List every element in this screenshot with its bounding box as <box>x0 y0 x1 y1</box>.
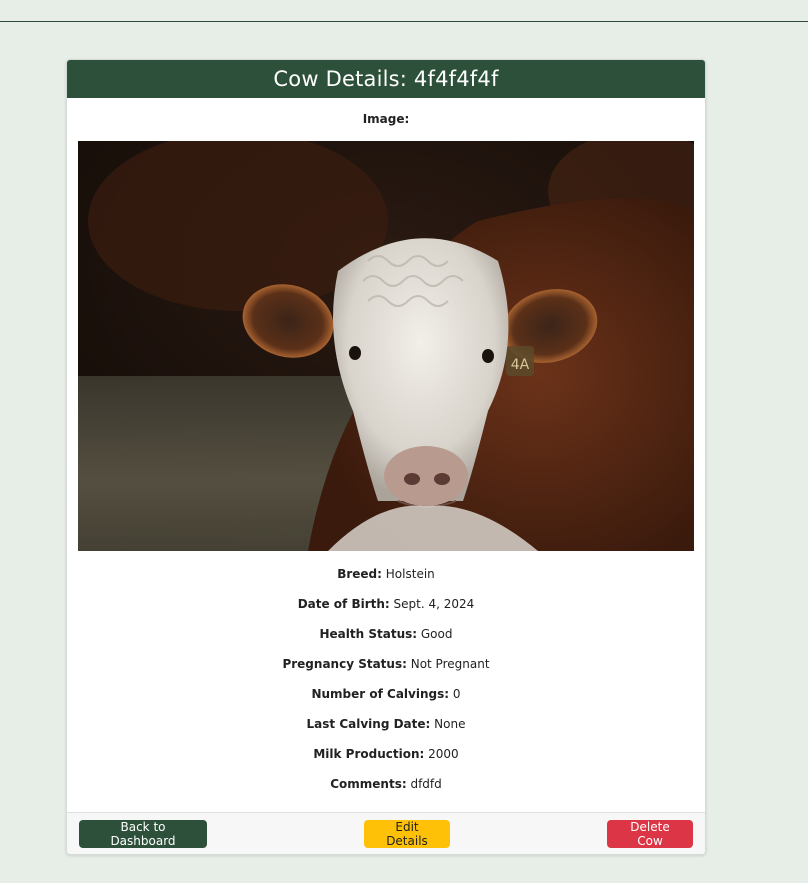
detail-date-of-birth: Date of Birth: Sept. 4, 2024 <box>67 589 705 619</box>
ear-tag-text: 4A <box>511 357 530 373</box>
detail-pregnancy-status: Pregnancy Status: Not Pregnant <box>67 649 705 679</box>
detail-label: Number of Calvings: <box>311 687 450 701</box>
card-header: Cow Details: 4f4f4f4f <box>67 60 705 98</box>
detail-value: 2000 <box>428 747 459 761</box>
detail-value: 0 <box>452 687 461 701</box>
back-to-dashboard-button[interactable]: Back to Dashboard <box>79 820 207 848</box>
detail-label: Breed: <box>337 567 382 581</box>
detail-last-calving-date: Last Calving Date: None <box>67 709 705 739</box>
detail-value: Good <box>420 627 453 641</box>
delete-cow-button[interactable]: Delete Cow <box>607 820 693 848</box>
detail-label: Pregnancy Status: <box>282 657 407 671</box>
cow-photo: 4A <box>78 141 694 551</box>
page-title: Cow Details: 4f4f4f4f <box>273 67 499 91</box>
detail-value: Sept. 4, 2024 <box>393 597 475 611</box>
detail-value: None <box>434 717 466 731</box>
detail-breed: Breed: Holstein <box>67 559 705 589</box>
cow-details-card: Cow Details: 4f4f4f4f Image: 4A Breed: H… <box>66 59 706 855</box>
details-list: Breed: Holstein Date of Birth: Sept. 4, … <box>67 559 705 799</box>
detail-value: Not Pregnant <box>410 657 490 671</box>
detail-comments: Comments: dfdfd <box>67 769 705 799</box>
card-footer: Back to Dashboard Edit Details Delete Co… <box>67 812 705 854</box>
detail-label: Health Status: <box>319 627 418 641</box>
detail-number-of-calvings: Number of Calvings: 0 <box>67 679 705 709</box>
top-navbar <box>0 0 808 22</box>
edit-details-button[interactable]: Edit Details <box>364 820 450 848</box>
image-label: Image: <box>362 112 410 126</box>
detail-label: Comments: <box>330 777 407 791</box>
detail-label: Milk Production: <box>313 747 425 761</box>
detail-label: Last Calving Date: <box>306 717 431 731</box>
detail-milk-production: Milk Production: 2000 <box>67 739 705 769</box>
detail-label: Date of Birth: <box>297 597 390 611</box>
detail-value: Holstein <box>385 567 435 581</box>
detail-value: dfdfd <box>410 777 442 791</box>
detail-health-status: Health Status: Good <box>67 619 705 649</box>
